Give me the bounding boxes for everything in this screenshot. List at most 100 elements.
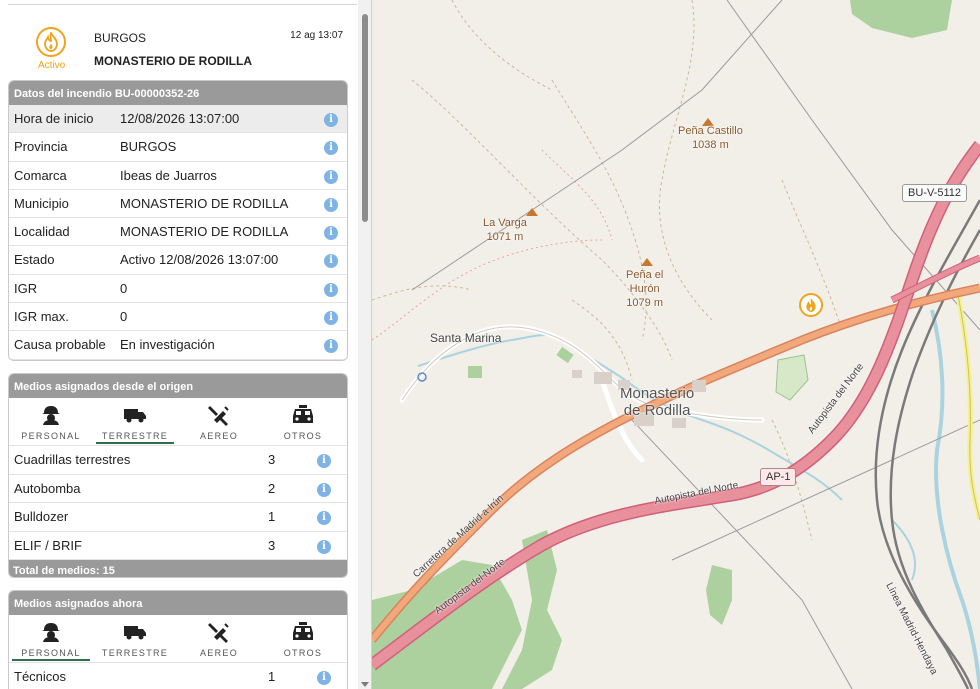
detail-row: Comarca Ibeas de Juarros i: [9, 162, 347, 190]
incident-panel: Activo BURGOS MONASTERIO DE RODILLA 12 a…: [0, 0, 372, 689]
tab-personal[interactable]: PERSONAL: [9, 398, 93, 446]
tab-label: TERRESTRE: [101, 431, 169, 441]
resource-row: Cuadrillas terrestres 3 i: [9, 446, 347, 475]
road-shield-ap-1: AP-1: [760, 468, 797, 486]
tab-label: AEREO: [199, 431, 238, 441]
current-resources-section: Medios asignados ahora PERSONAL TERRESTRE…: [8, 590, 348, 689]
detail-value: MONASTERIO DE RODILLA: [120, 224, 289, 240]
detail-value: 12/08/2026 13:07:00: [120, 111, 240, 126]
detail-label: Localidad: [14, 224, 70, 240]
status-label: Activo: [38, 60, 66, 71]
resource-label: ELIF / BRIF: [14, 537, 82, 553]
resource-label: Técnicos: [14, 669, 67, 684]
info-icon[interactable]: i: [324, 311, 338, 326]
detail-label: IGR max.: [14, 309, 69, 325]
detail-value: 0: [120, 280, 128, 296]
tab-label: OTROS: [283, 648, 323, 658]
panel-scrollbar[interactable]: [358, 0, 371, 689]
resource-label: Bulldozer: [14, 509, 69, 524]
firefighter-icon: [39, 404, 63, 426]
info-icon[interactable]: i: [324, 169, 338, 184]
detail-label: Causa probable: [14, 337, 106, 353]
card-time: 12 ag 13:07: [290, 30, 343, 41]
field-area: [468, 366, 482, 378]
tab-label: PERSONAL: [21, 648, 81, 658]
info-icon[interactable]: i: [317, 671, 331, 685]
info-icon[interactable]: i: [317, 454, 331, 468]
info-icon[interactable]: i: [317, 539, 331, 554]
origin-resources-section: Medios asignados desde el origen PERSONA…: [8, 373, 348, 578]
app-window: Activo BURGOS MONASTERIO DE RODILLA 12 a…: [0, 0, 980, 689]
info-icon[interactable]: i: [324, 141, 338, 156]
fire-status-icon: [36, 27, 66, 57]
detail-value: Activo 12/08/2026 13:07:00: [120, 252, 279, 268]
card-municipality: MONASTERIO DE RODILLA: [94, 54, 252, 68]
resource-row: Técnicos 1 i: [9, 663, 347, 689]
tab-terrestre[interactable]: TERRESTRE: [93, 615, 177, 663]
info-icon[interactable]: i: [324, 339, 338, 354]
info-icon[interactable]: i: [324, 113, 338, 127]
info-icon[interactable]: i: [324, 197, 338, 212]
firefighter-icon: [39, 621, 63, 643]
detail-label: Hora de inicio: [14, 111, 94, 126]
truck-icon: [123, 404, 147, 426]
detail-row: Causa probable En investigación i: [9, 331, 347, 360]
detail-row: Localidad MONASTERIO DE RODILLA i: [9, 218, 347, 247]
tab-aereo[interactable]: AEREO: [177, 615, 261, 663]
detail-row: Municipio MONASTERIO DE RODILLA i: [9, 190, 347, 219]
card-province: BURGOS: [94, 31, 147, 45]
info-icon[interactable]: i: [324, 282, 338, 297]
incident-summary-card[interactable]: Activo BURGOS MONASTERIO DE RODILLA 12 a…: [8, 4, 357, 74]
airplane-icon: [207, 404, 231, 426]
detail-row: IGR max. 0 i: [9, 303, 347, 332]
map-label-town: Monasterio de Rodilla: [620, 385, 695, 419]
detail-label: Provincia: [14, 139, 68, 155]
resource-label: Cuadrillas terrestres: [14, 452, 131, 467]
resource-label: Autobomba: [14, 480, 81, 496]
resource-count: 1: [268, 509, 276, 524]
detail-value: BURGOS: [120, 139, 177, 155]
tab-personal[interactable]: PERSONAL: [9, 615, 93, 663]
info-icon[interactable]: i: [324, 254, 338, 269]
resource-count: 3: [268, 537, 276, 553]
detail-row: IGR 0 i: [9, 275, 347, 304]
resource-row: ELIF / BRIF 3 i: [9, 532, 347, 560]
origin-resource-tabs: PERSONAL TERRESTRE AEREO OTROS: [9, 398, 347, 446]
airplane-icon: [207, 621, 231, 643]
resource-count: 2: [268, 480, 276, 496]
current-resource-tabs: PERSONAL TERRESTRE AEREO OTROS: [9, 615, 347, 663]
tab-label: OTROS: [283, 431, 323, 441]
resource-row: Bulldozer 1 i: [9, 503, 347, 532]
info-icon[interactable]: i: [324, 226, 338, 241]
scroll-down-arrow-icon[interactable]: [361, 682, 369, 687]
fire-engine-icon: [291, 404, 315, 426]
map-view[interactable]: Peña Castillo 1038 m La Varga 1071 m Peñ…: [372, 0, 980, 689]
incident-details-section: Datos del incendio BU-00000352-26 Hora d…: [8, 80, 348, 361]
detail-label: Estado: [14, 252, 55, 268]
detail-row: Provincia BURGOS i: [9, 133, 347, 162]
tab-label: TERRESTRE: [101, 648, 169, 658]
resource-count: 1: [268, 669, 276, 684]
map-label-la-varga: La Varga 1071 m: [483, 217, 527, 243]
road-shield-bu-v-5112: BU-V-5112: [902, 184, 967, 202]
tab-label: PERSONAL: [21, 431, 81, 441]
info-icon[interactable]: i: [317, 482, 331, 497]
detail-label: Comarca: [14, 167, 67, 183]
fire-marker-icon[interactable]: [799, 293, 823, 317]
fire-engine-icon: [291, 621, 315, 643]
tab-otros[interactable]: OTROS: [261, 398, 345, 446]
resource-count: 3: [268, 452, 276, 467]
tab-otros[interactable]: OTROS: [261, 615, 345, 663]
current-resources-header: Medios asignados ahora: [9, 591, 347, 615]
map-label-pena-huron: Peña el Hurón 1079 m: [626, 269, 664, 309]
resource-row: Autobomba 2 i: [9, 475, 347, 503]
tab-label: AEREO: [199, 648, 238, 658]
total-resources: Total de medios: 15: [9, 560, 347, 577]
info-icon[interactable]: i: [317, 511, 331, 525]
scrollbar-thumb[interactable]: [362, 14, 368, 222]
detail-value: 0: [120, 309, 128, 325]
detail-row: Hora de inicio 12/08/2026 13:07:00 i: [9, 105, 347, 134]
map-label-pena-castillo: Peña Castillo 1038 m: [678, 125, 743, 151]
tab-terrestre[interactable]: TERRESTRE: [93, 398, 177, 446]
tab-aereo[interactable]: AEREO: [177, 398, 261, 446]
